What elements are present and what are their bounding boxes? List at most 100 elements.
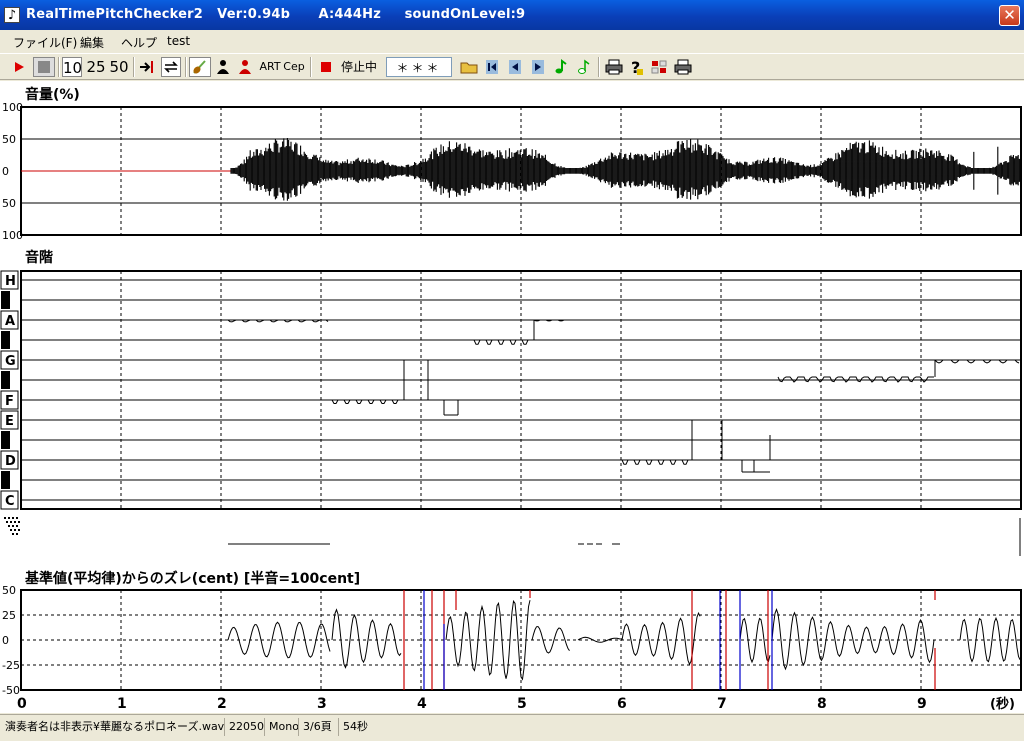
menu-file[interactable]: ファイル(F) — [13, 34, 77, 51]
prev-button[interactable] — [506, 57, 524, 77]
status-bar: 演奏者名は非表示¥華麗なるポロネーズ.wav 22050 Mono 3/6頁 5… — [0, 714, 1024, 741]
deviation-tick-label: 25 — [2, 609, 16, 622]
loop-icon — [164, 61, 178, 73]
analysis-area: 音量(%) 100 50 0 50 100 音階 HAGFEDC 基準値(平均律)からの… — [0, 81, 1024, 713]
note-label: G — [5, 354, 16, 369]
stop-red-icon — [321, 62, 331, 72]
print-button[interactable] — [604, 57, 624, 77]
jump-end-icon — [140, 61, 153, 73]
time-tick-label: 7 — [717, 696, 727, 712]
violin-icon — [193, 60, 206, 74]
volume-tick-label: 100 — [2, 229, 23, 239]
play-icon — [15, 62, 24, 72]
skip-start-button[interactable] — [483, 57, 501, 77]
person-button[interactable] — [214, 57, 232, 77]
volume-tick-label: 50 — [2, 197, 16, 210]
menu-bar: ファイル(F) 編集 ヘルプ test — [0, 31, 1024, 52]
loop-button[interactable] — [161, 57, 181, 77]
deviation-tick-label: 0 — [2, 634, 9, 647]
note-label: E — [5, 414, 14, 429]
time-tick-label: 0 — [17, 696, 27, 712]
help-button[interactable]: ? — [627, 57, 645, 77]
note-label: A — [5, 314, 15, 329]
key-black — [1, 371, 10, 389]
key-black — [1, 431, 10, 449]
jump-end-button[interactable] — [137, 57, 157, 77]
cent-deviation-panel[interactable]: 50250-25-500 1 2 3 4 5 6 7 8 9 (秒) — [0, 586, 1024, 713]
open-button[interactable] — [458, 57, 480, 77]
scale-panel-label: 音階 — [25, 250, 53, 266]
status-duration: 54秒 — [338, 718, 372, 736]
note-outline-button[interactable] — [575, 57, 593, 77]
window-title: RealTimePitchChecker2 Ver:0.94b A:444Hz … — [26, 7, 526, 22]
time-tick-label: 9 — [917, 696, 927, 712]
note-duration-strip — [4, 517, 1021, 556]
time-tick-label: 5 — [517, 696, 527, 712]
time-tick-label: 6 — [617, 696, 627, 712]
volume-tick-label: 100 — [2, 103, 23, 114]
status-rate: 22050 — [224, 718, 268, 736]
folder-icon — [460, 62, 478, 74]
zoom-25-button[interactable]: 25 — [86, 57, 106, 77]
prev-icon — [509, 60, 521, 74]
app-window: ♪ RealTimePitchChecker2 Ver:0.94b A:444H… — [0, 0, 1024, 741]
scale-frame — [20, 270, 1022, 510]
title-bar[interactable]: ♪ RealTimePitchChecker2 Ver:0.94b A:444H… — [0, 0, 1024, 30]
deviation-tick-label: 50 — [2, 586, 16, 597]
next-icon — [532, 60, 544, 74]
status-label: 停止中 — [340, 60, 377, 74]
note-green-icon — [555, 59, 567, 74]
key-black — [1, 291, 10, 309]
person-icon — [217, 60, 229, 74]
menu-edit[interactable]: 編集 — [80, 34, 104, 51]
key-black — [1, 331, 10, 349]
toolbar: 10 25 50 ART Cep 停止中 ＊＊＊ ? — [0, 53, 1024, 80]
time-tick-label: 2 — [217, 696, 227, 712]
volume-waveform-panel[interactable]: 100 50 0 50 100 — [0, 103, 1024, 239]
skip-start-icon — [486, 60, 498, 74]
print-icon — [605, 59, 623, 75]
volume-tick-label: 50 — [2, 133, 16, 146]
time-tick-label: 1 — [117, 696, 127, 712]
time-unit-label: (秒) — [990, 696, 1015, 712]
zoom-50-button[interactable]: 50 — [109, 57, 129, 77]
next-button[interactable] — [529, 57, 547, 77]
app-icon: ♪ — [4, 7, 20, 23]
person-red-icon — [239, 60, 251, 74]
time-tick-label: 4 — [417, 696, 427, 712]
pitch-scale-panel[interactable]: H A G FE D C — [0, 267, 1024, 513]
cep-button[interactable]: Cep — [283, 57, 305, 77]
person-red-button[interactable] — [236, 57, 254, 77]
play-button[interactable] — [9, 57, 29, 77]
close-button[interactable]: ✕ — [999, 5, 1020, 26]
time-tick-label: 3 — [317, 696, 327, 712]
note-outline-icon — [578, 59, 590, 74]
print2-button[interactable] — [673, 57, 693, 77]
split-icon — [651, 60, 667, 74]
note-label: C — [5, 494, 15, 509]
note-label: H — [5, 274, 16, 289]
time-tick-label: 8 — [817, 696, 827, 712]
note-green-button[interactable] — [552, 57, 570, 77]
help-icon: ? — [631, 58, 643, 77]
deviation-panel-label: 基準値(平均律)からのズレ(cent) [半音=100cent] — [25, 571, 361, 587]
deviation-tick-label: -25 — [2, 659, 20, 672]
status-page: 3/6頁 — [298, 718, 336, 736]
menu-test[interactable]: test — [167, 34, 190, 48]
key-black — [1, 471, 10, 489]
volume-tick-label: 0 — [2, 165, 9, 178]
zoom-10-button[interactable]: 10 — [62, 57, 82, 77]
record-stop-button[interactable] — [318, 57, 334, 77]
note-label: F — [5, 394, 14, 409]
volume-panel-label: 音量(%) — [25, 87, 80, 103]
violin-button[interactable] — [189, 57, 211, 77]
print2-icon — [674, 59, 692, 75]
note-label: D — [5, 454, 16, 469]
stop-icon — [38, 61, 50, 73]
stop-button[interactable] — [33, 57, 55, 77]
note-display: ＊＊＊ — [386, 57, 452, 77]
split-button[interactable] — [650, 57, 668, 77]
status-file: 演奏者名は非表示¥華麗なるポロネーズ.wav — [5, 720, 225, 733]
art-button[interactable]: ART — [259, 57, 281, 77]
menu-help[interactable]: ヘルプ — [121, 34, 157, 51]
